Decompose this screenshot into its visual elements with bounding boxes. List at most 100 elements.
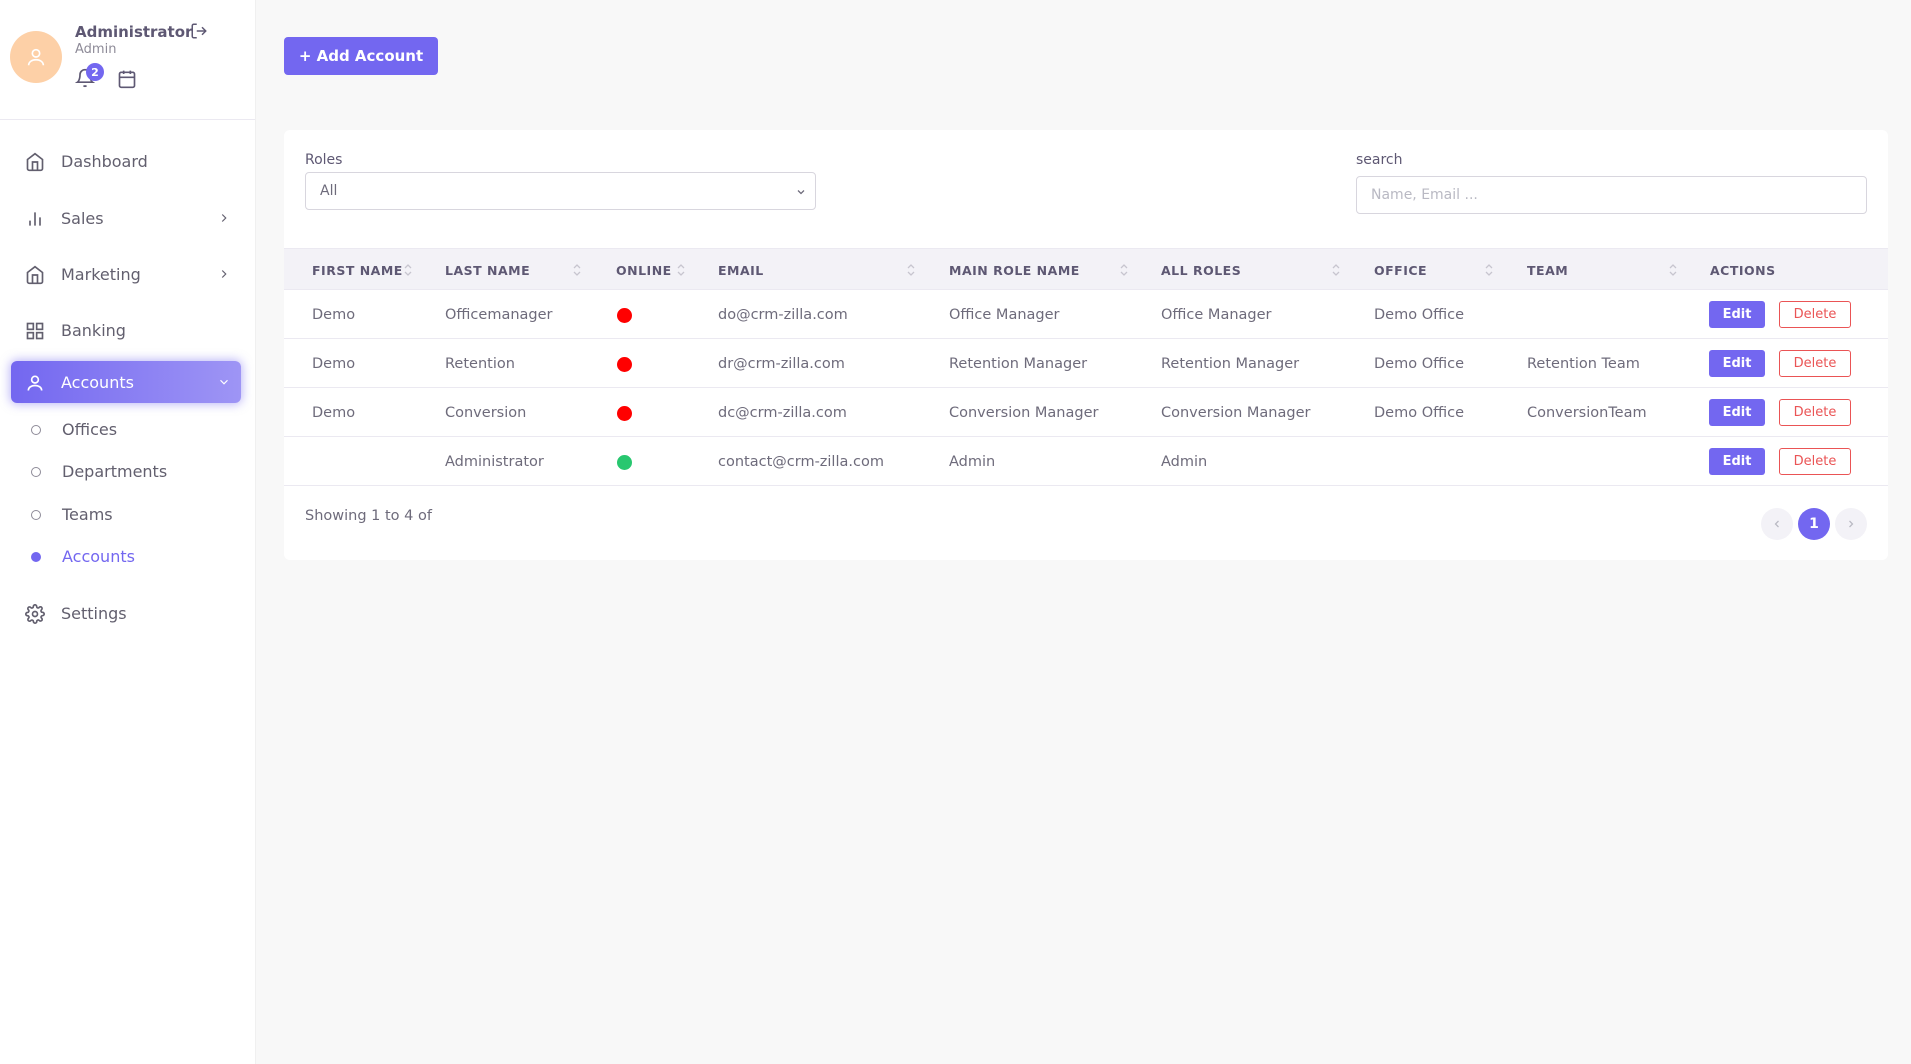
header-actions: ACTIONS bbox=[1710, 262, 1776, 278]
chevron-down-icon bbox=[220, 379, 228, 385]
delete-button[interactable]: Delete bbox=[1779, 350, 1851, 377]
sidebar-item-accounts[interactable]: Accounts bbox=[11, 361, 241, 403]
header-team[interactable]: TEAM bbox=[1527, 249, 1568, 291]
sort-icon[interactable] bbox=[403, 262, 413, 278]
cell-team: Retention Team bbox=[1527, 355, 1640, 372]
sort-icon[interactable] bbox=[1668, 262, 1678, 278]
header-online[interactable]: ONLINE bbox=[616, 249, 672, 291]
sidebar-subitem-departments[interactable]: Departments bbox=[11, 454, 241, 490]
header-email[interactable]: EMAIL bbox=[718, 249, 764, 291]
sidebar-item-label: Banking bbox=[61, 320, 126, 340]
sidebar-item-banking[interactable]: Banking bbox=[11, 309, 241, 351]
home-icon bbox=[26, 265, 44, 285]
chevron-right-icon bbox=[221, 214, 227, 222]
user-icon bbox=[27, 48, 45, 66]
edit-button[interactable]: Edit bbox=[1709, 350, 1765, 377]
sidebar-subitem-label: Teams bbox=[62, 505, 113, 524]
sidebar-item-marketing[interactable]: Marketing bbox=[11, 253, 241, 295]
table-header: FIRST NAME LAST NAME ONLINE EMAIL MAIN R… bbox=[284, 248, 1888, 290]
search-input[interactable] bbox=[1356, 176, 1867, 214]
sort-icon[interactable] bbox=[1484, 262, 1494, 278]
user-icon bbox=[27, 375, 43, 391]
cell-office: Demo Office bbox=[1374, 355, 1465, 372]
edit-button[interactable]: Edit bbox=[1709, 399, 1765, 426]
sidebar-subitem-teams[interactable]: Teams bbox=[11, 497, 241, 533]
cell-last-name: Administrator bbox=[445, 453, 544, 470]
offline-status-icon bbox=[617, 357, 632, 372]
roles-label: Roles bbox=[305, 152, 343, 168]
header-all-roles[interactable]: ALL ROLES bbox=[1161, 249, 1241, 291]
cell-first-name: Demo bbox=[312, 404, 356, 421]
search-label: search bbox=[1356, 152, 1403, 168]
sort-icon[interactable] bbox=[906, 262, 916, 278]
cell-email: do@crm-zilla.com bbox=[718, 306, 848, 323]
table-row: Demo Retention dr@crm-zilla.com Retentio… bbox=[284, 339, 1888, 388]
sidebar-item-label: Accounts bbox=[61, 372, 134, 392]
cell-main-role: Office Manager bbox=[949, 306, 1060, 323]
sidebar-subitem-accounts[interactable]: Accounts bbox=[11, 539, 241, 575]
table-row: Demo Conversion dc@crm-zilla.com Convers… bbox=[284, 388, 1888, 437]
header-first-name[interactable]: FIRST NAME bbox=[312, 249, 403, 291]
header-main-role[interactable]: MAIN ROLE NAME bbox=[949, 249, 1080, 291]
circle-filled-icon bbox=[31, 552, 41, 562]
table-row: Administrator contact@crm-zilla.com Admi… bbox=[284, 437, 1888, 486]
sidebar-item-dashboard[interactable]: Dashboard bbox=[11, 140, 241, 182]
avatar[interactable] bbox=[10, 31, 62, 83]
edit-button[interactable]: Edit bbox=[1709, 301, 1765, 328]
notification-badge: 2 bbox=[86, 63, 104, 81]
profile-panel: Administrator Admin 2 bbox=[0, 0, 255, 120]
cell-email: dc@crm-zilla.com bbox=[718, 404, 847, 421]
edit-button[interactable]: Edit bbox=[1709, 448, 1765, 475]
page-button-current[interactable]: 1 bbox=[1798, 508, 1830, 540]
roles-select[interactable]: All bbox=[305, 172, 816, 210]
header-last-name[interactable]: LAST NAME bbox=[445, 249, 530, 291]
cell-main-role: Admin bbox=[949, 453, 996, 470]
sort-icon[interactable] bbox=[1119, 262, 1129, 278]
cell-first-name: Demo bbox=[312, 306, 356, 323]
chevron-left-icon bbox=[1774, 520, 1779, 528]
prev-page-button[interactable] bbox=[1761, 508, 1793, 540]
sidebar-item-label: Sales bbox=[61, 208, 104, 228]
cell-main-role: Retention Manager bbox=[949, 355, 1088, 372]
roles-select-value: All bbox=[320, 183, 338, 199]
sidebar-item-sales[interactable]: Sales bbox=[11, 197, 241, 239]
calendar-icon[interactable] bbox=[117, 69, 137, 93]
next-page-button[interactable] bbox=[1835, 508, 1867, 540]
online-status-icon bbox=[617, 455, 632, 470]
cell-all-roles: Office Manager bbox=[1161, 306, 1272, 323]
delete-button[interactable]: Delete bbox=[1779, 399, 1851, 426]
sidebar-subitem-label: Departments bbox=[62, 462, 168, 481]
circle-icon bbox=[31, 510, 41, 520]
header-office[interactable]: OFFICE bbox=[1374, 249, 1427, 291]
cell-all-roles: Conversion Manager bbox=[1161, 404, 1311, 421]
sort-icon[interactable] bbox=[1331, 262, 1341, 278]
cell-main-role: Conversion Manager bbox=[949, 404, 1099, 421]
cell-office: Demo Office bbox=[1374, 306, 1465, 323]
sidebar-subitem-offices[interactable]: Offices bbox=[11, 412, 241, 448]
sidebar-item-label: Settings bbox=[61, 603, 127, 623]
table-row: Demo Officemanager do@crm-zilla.com Offi… bbox=[284, 290, 1888, 339]
cell-all-roles: Retention Manager bbox=[1161, 355, 1300, 372]
pagination-info: Showing 1 to 4 of bbox=[305, 508, 432, 524]
offline-status-icon bbox=[617, 406, 632, 421]
cell-last-name: Officemanager bbox=[445, 306, 553, 323]
sidebar-subitem-label: Offices bbox=[62, 420, 118, 439]
gear-icon bbox=[25, 604, 45, 624]
delete-button[interactable]: Delete bbox=[1779, 301, 1851, 328]
grid-icon bbox=[26, 322, 44, 340]
bar-chart-icon bbox=[29, 212, 41, 226]
cell-first-name: Demo bbox=[312, 355, 356, 372]
sort-icon[interactable] bbox=[676, 262, 686, 278]
sort-icon[interactable] bbox=[572, 262, 582, 278]
cell-office: Demo Office bbox=[1374, 404, 1465, 421]
circle-icon bbox=[31, 467, 41, 477]
cell-team: ConversionTeam bbox=[1527, 404, 1647, 421]
sidebar-item-label: Dashboard bbox=[61, 151, 148, 171]
sidebar-item-settings[interactable]: Settings bbox=[11, 592, 241, 634]
add-account-button[interactable]: + Add Account bbox=[284, 37, 438, 75]
sidebar: Administrator Admin 2 Dashboard Sales Ma… bbox=[0, 0, 256, 1064]
delete-button[interactable]: Delete bbox=[1779, 448, 1851, 475]
cell-last-name: Retention bbox=[445, 355, 515, 372]
logout-icon[interactable] bbox=[190, 22, 208, 44]
chevron-right-icon bbox=[1849, 520, 1854, 528]
